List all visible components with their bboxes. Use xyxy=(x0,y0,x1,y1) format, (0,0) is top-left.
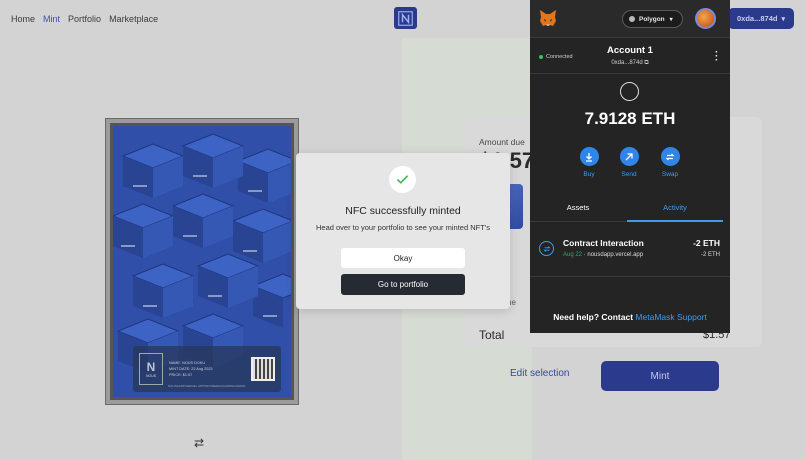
send-button[interactable]: Send xyxy=(614,147,644,178)
nft-badge: N NOUS xyxy=(139,353,163,385)
nft-info-footer: NOUSDAPP.VERCEL.APP/NFT/MEDIA/CAMPAIGNS/… xyxy=(168,384,246,388)
arrow-up-right-icon xyxy=(619,147,639,166)
logo-icon[interactable] xyxy=(394,7,417,29)
wallet-button[interactable]: 0xda...874d ▾ xyxy=(728,8,794,29)
swap-arrows-icon[interactable]: ⇄ xyxy=(194,436,204,450)
edit-selection-button[interactable]: Edit selection xyxy=(510,368,569,379)
network-selector[interactable]: Polygon ▾ xyxy=(622,10,683,28)
transaction-origin: nousdapp.vercel.app xyxy=(587,252,644,258)
transaction-date: Aug 22 xyxy=(563,252,583,258)
okay-button[interactable]: Okay xyxy=(341,248,465,268)
modal-title: NFC successfully minted xyxy=(345,205,461,217)
nft-preview-frame: N NOUS NAME: NOUS DOKU MINT DATE: 22 Aug… xyxy=(105,118,299,405)
account-options-icon[interactable]: · · · xyxy=(715,48,718,66)
swap-label: Swap xyxy=(661,171,679,178)
tab-activity[interactable]: Activity xyxy=(627,198,723,222)
contract-interaction-icon xyxy=(539,241,554,256)
account-address-text: 0xda...874d xyxy=(611,60,643,66)
metamask-header: Polygon ▾ xyxy=(530,0,730,38)
buy-button[interactable]: Buy xyxy=(574,147,604,178)
total-label: Total xyxy=(479,328,505,342)
nav-link-portfolio[interactable]: Portfolio xyxy=(68,14,101,24)
account-avatar[interactable] xyxy=(695,8,716,29)
help-text: Need help? Contact xyxy=(553,312,634,322)
metamask-popup: Polygon ▾ Connected Account 1 0xda...874… xyxy=(530,0,730,333)
transaction-amount: -2 ETH xyxy=(693,238,720,248)
copy-icon[interactable]: ⧉ xyxy=(644,60,648,66)
balance: 7.9128 ETH xyxy=(584,109,676,128)
qr-code-icon xyxy=(251,357,275,381)
check-icon xyxy=(389,166,416,193)
metamask-tabs: Assets Activity xyxy=(530,198,730,222)
metamask-support-link[interactable]: MetaMask Support xyxy=(635,312,706,322)
chevron-down-icon: ▾ xyxy=(781,15,785,23)
metamask-fox-icon xyxy=(540,10,556,26)
transaction-title: Contract Interaction xyxy=(563,238,644,248)
help-footer: Need help? Contact MetaMask Support xyxy=(530,312,730,322)
token-icon xyxy=(620,82,639,101)
network-name: Polygon xyxy=(639,15,665,23)
swap-icon xyxy=(660,147,680,166)
n-logo-icon: N xyxy=(146,360,156,374)
transaction-amount-secondary: -2 ETH xyxy=(700,252,720,258)
nft-info-lines: NAME: NOUS DOKU MINT DATE: 22 Aug 2023 P… xyxy=(163,360,251,378)
nav-links: Home Mint Portfolio Marketplace xyxy=(11,14,166,24)
nav-link-mint[interactable]: Mint xyxy=(43,14,60,24)
nft-artwork: N NOUS NAME: NOUS DOKU MINT DATE: 22 Aug… xyxy=(110,123,294,400)
nft-badge-text: NOUS xyxy=(145,374,157,378)
download-icon xyxy=(579,147,599,166)
nft-info-card: N NOUS NAME: NOUS DOKU MINT DATE: 22 Aug… xyxy=(133,346,281,392)
chevron-down-icon: ▾ xyxy=(669,16,673,23)
account-name[interactable]: Account 1 xyxy=(590,45,670,56)
connected-label: Connected xyxy=(546,54,573,60)
amount-due-label: Amount due xyxy=(479,137,525,147)
swap-button[interactable]: Swap xyxy=(655,147,685,178)
connection-status[interactable]: Connected xyxy=(539,54,573,60)
nav-link-home[interactable]: Home xyxy=(11,14,35,24)
buy-label: Buy xyxy=(583,171,595,178)
mint-button[interactable]: Mint xyxy=(601,361,719,391)
transaction-row[interactable]: Contract Interaction Aug 22 · nousdapp.v… xyxy=(530,225,730,277)
divider xyxy=(530,73,730,74)
connected-dot-icon xyxy=(539,55,543,59)
wallet-address: 0xda...874d xyxy=(737,14,778,23)
nav-link-marketplace[interactable]: Marketplace xyxy=(109,14,158,24)
account-address[interactable]: 0xda...874d ⧉ xyxy=(590,60,670,67)
tab-assets[interactable]: Assets xyxy=(530,198,626,222)
modal-subtitle: Head over to your portfolio to see your … xyxy=(315,223,490,232)
send-label: Send xyxy=(621,171,637,178)
nft-info-price: PRICE: $1.57 xyxy=(169,373,193,377)
go-to-portfolio-button[interactable]: Go to portfolio xyxy=(341,274,465,295)
transaction-meta: Aug 22 · nousdapp.vercel.app xyxy=(563,252,644,258)
network-icon xyxy=(629,16,635,22)
